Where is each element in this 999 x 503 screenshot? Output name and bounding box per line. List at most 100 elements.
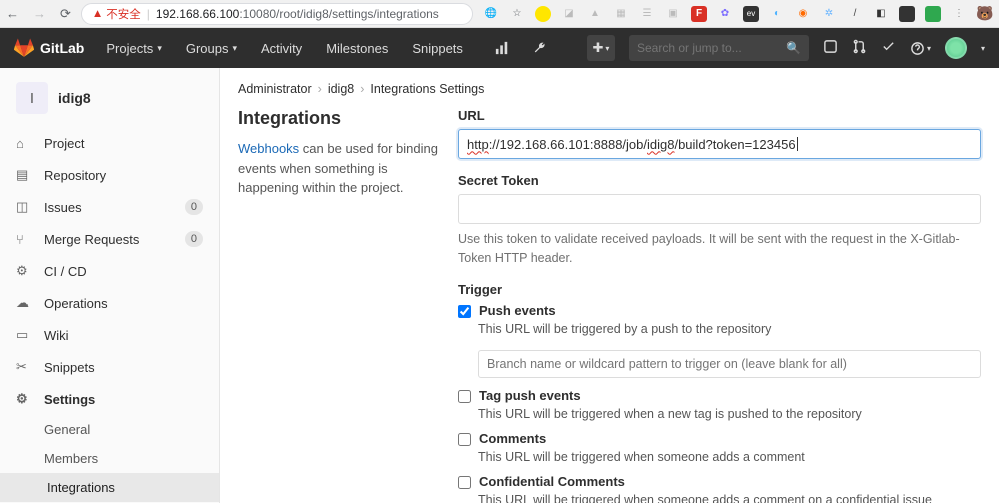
nav-milestones[interactable]: Milestones <box>316 33 398 64</box>
ext-icon[interactable]: / <box>847 6 863 22</box>
home-icon: ⌂ <box>16 136 32 151</box>
sidebar-item-issues[interactable]: ◫Issues0 <box>0 191 219 223</box>
chart-icon <box>495 41 509 55</box>
nav-snippets[interactable]: Snippets <box>402 33 473 64</box>
ext-icon[interactable]: ◪ <box>561 6 577 22</box>
comments-checkbox[interactable] <box>458 433 471 446</box>
trigger-tag[interactable]: Tag push events <box>458 388 981 403</box>
rocket-icon: ⚙ <box>16 263 32 279</box>
chevron-down-icon: ▾ <box>605 44 609 53</box>
trigger-push[interactable]: Push events <box>458 303 981 318</box>
address-bar[interactable]: ▲ 不安全 | 192.168.66.100:10080/root/idig8/… <box>81 3 473 25</box>
settings-integrations[interactable]: Integrations <box>0 473 219 502</box>
sidebar-project-header[interactable]: I idig8 <box>0 68 219 128</box>
todo-icon[interactable] <box>881 39 896 57</box>
gitlab-topnav: GitLab Projects▾ Groups▾ Activity Milest… <box>0 28 999 68</box>
ext-icon[interactable]: ▲ <box>587 6 603 22</box>
ext-icon[interactable]: ☰ <box>639 6 655 22</box>
trigger-comments[interactable]: Comments <box>458 431 981 446</box>
tag-events-checkbox[interactable] <box>458 390 471 403</box>
breadcrumb-project[interactable]: idig8 <box>328 82 354 96</box>
insecure-badge: ▲ 不安全 <box>92 6 141 22</box>
reload-icon[interactable]: ⟳ <box>60 6 71 22</box>
chevron-down-icon: ▾ <box>232 43 237 54</box>
forward-icon[interactable]: → <box>33 6 46 21</box>
issues-icon: ◫ <box>16 199 32 215</box>
chevron-right-icon: › <box>360 82 364 96</box>
ext-icon[interactable]: F <box>691 6 707 22</box>
sidebar-item-project[interactable]: ⌂Project <box>0 128 219 159</box>
page-title: Integrations <box>238 108 438 129</box>
global-search-input[interactable] <box>629 35 809 61</box>
secret-token-input[interactable] <box>458 194 981 224</box>
translate-icon[interactable]: 🌐 <box>483 6 499 22</box>
text-cursor <box>797 137 798 151</box>
nav-projects[interactable]: Projects▾ <box>96 33 172 64</box>
ext-icon[interactable] <box>925 6 941 22</box>
webhook-form: URL http://192.168.66.101:8888/job/idig8… <box>458 108 981 503</box>
star-icon[interactable]: ☆ <box>509 6 525 22</box>
secret-token-hint: Use this token to validate received payl… <box>458 230 981 268</box>
trigger-conf-comments[interactable]: Confidential Comments <box>458 474 981 489</box>
branch-filter-input[interactable] <box>478 350 981 378</box>
sidebar-item-repository[interactable]: ▤Repository <box>0 159 219 191</box>
chevron-down-icon: ▾ <box>927 44 931 53</box>
back-icon[interactable]: ← <box>6 6 19 21</box>
ext-icon[interactable]: ✲ <box>821 6 837 22</box>
url-input[interactable]: http://192.168.66.101:8888/job/idig8/bui… <box>458 129 981 159</box>
sidebar-item-operations[interactable]: ☁Operations <box>0 287 219 319</box>
ext-icon[interactable]: ▣ <box>665 6 681 22</box>
extension-tray: 🌐 ☆ ◪ ▲ ▦ ☰ ▣ F ✿ ev ◐ ◉ ✲ / ◧ ⋮ 🐻 <box>483 6 993 22</box>
ext-icon[interactable] <box>535 6 551 22</box>
nav-groups[interactable]: Groups▾ <box>176 33 247 64</box>
wrench-icon <box>533 41 547 55</box>
sidebar-item-wiki[interactable]: ▭Wiki <box>0 319 219 351</box>
ext-icon[interactable]: ◐ <box>769 6 785 22</box>
help-icon[interactable]: ▾ <box>910 41 931 56</box>
snippets-icon: ✂ <box>16 359 32 375</box>
breadcrumb-admin[interactable]: Administrator <box>238 82 312 96</box>
sidebar-item-merge-requests[interactable]: ⑂Merge Requests0 <box>0 223 219 255</box>
ext-icon[interactable]: ◧ <box>873 6 889 22</box>
sidebar-item-snippets[interactable]: ✂Snippets <box>0 351 219 383</box>
user-avatar[interactable] <box>945 37 967 59</box>
trigger-label: Trigger <box>458 282 981 297</box>
search-icon: 🔍 <box>786 41 801 55</box>
ext-icon[interactable] <box>899 6 915 22</box>
sidebar-item-cicd[interactable]: ⚙CI / CD <box>0 255 219 287</box>
repo-icon: ▤ <box>16 167 32 183</box>
main-content: Administrator › idig8 › Integrations Set… <box>220 68 999 503</box>
push-events-desc: This URL will be triggered by a push to … <box>478 322 981 336</box>
gitlab-logo[interactable]: GitLab <box>14 38 84 58</box>
webhooks-link[interactable]: Webhooks <box>238 141 299 156</box>
issues-icon[interactable] <box>823 39 838 57</box>
ext-icon[interactable]: 🐻 <box>977 6 993 22</box>
settings-general[interactable]: General <box>0 415 219 444</box>
ext-icon[interactable]: ◉ <box>795 6 811 22</box>
merge-request-icon[interactable] <box>852 39 867 57</box>
url-label: URL <box>458 108 981 123</box>
nav-wrench-icon[interactable] <box>523 33 557 63</box>
gitlab-icon <box>14 38 34 58</box>
ext-icon[interactable]: ✿ <box>717 6 733 22</box>
push-events-checkbox[interactable] <box>458 305 471 318</box>
nav-stats-icon[interactable] <box>477 33 519 63</box>
new-dropdown[interactable]: ✚▾ <box>587 35 615 61</box>
operations-icon: ☁ <box>16 295 32 311</box>
nav-activity[interactable]: Activity <box>251 33 312 64</box>
conf-comments-desc: This URL will be triggered when someone … <box>478 493 981 503</box>
sidebar-item-settings[interactable]: ⚙Settings <box>0 383 219 415</box>
brand-text: GitLab <box>40 40 84 56</box>
url-text: 192.168.66.100:10080/root/idig8/settings… <box>156 7 439 21</box>
mr-count-badge: 0 <box>185 231 203 247</box>
ext-icon[interactable]: ev <box>743 6 759 22</box>
book-icon: ▭ <box>16 327 32 343</box>
gear-icon: ⚙ <box>16 391 32 407</box>
settings-members[interactable]: Members <box>0 444 219 473</box>
settings-submenu: General Members Integrations Repository … <box>0 415 219 503</box>
ext-icon[interactable]: ▦ <box>613 6 629 22</box>
ext-icon[interactable]: ⋮ <box>951 6 967 22</box>
breadcrumb: Administrator › idig8 › Integrations Set… <box>238 76 981 108</box>
comments-desc: This URL will be triggered when someone … <box>478 450 981 464</box>
conf-comments-checkbox[interactable] <box>458 476 471 489</box>
